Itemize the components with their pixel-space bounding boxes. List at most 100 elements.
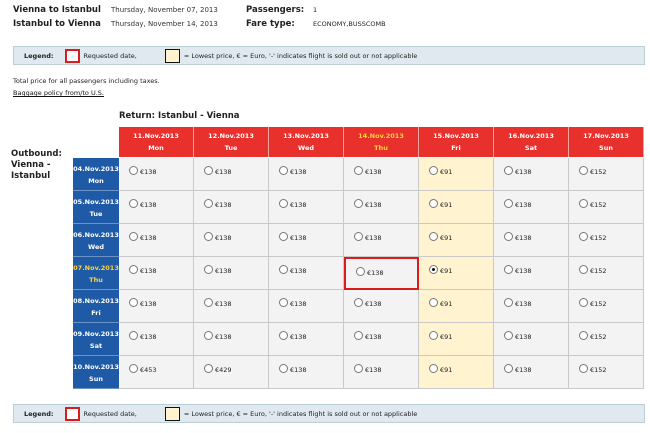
baggage-policy-link[interactable]: Baggage policy from/to U.S.: [13, 89, 160, 97]
fare-cell[interactable]: €152: [569, 290, 644, 323]
fare-cell[interactable]: €152: [569, 191, 644, 224]
fare-radio[interactable]: [279, 364, 288, 373]
fare-cell[interactable]: €138: [269, 323, 344, 356]
fare-radio[interactable]: [504, 199, 513, 208]
fare-cell[interactable]: €138: [344, 224, 419, 257]
fare-cell[interactable]: €138: [494, 323, 569, 356]
fare-cell[interactable]: €91: [419, 224, 494, 257]
fare-cell[interactable]: €138: [194, 257, 269, 290]
fare-radio[interactable]: [579, 265, 588, 274]
fare-radio[interactable]: [129, 265, 138, 274]
fare-price: €138: [515, 267, 532, 275]
fare-cell[interactable]: €138: [119, 191, 194, 224]
fare-radio[interactable]: [504, 298, 513, 307]
fare-cell[interactable]: €138: [494, 191, 569, 224]
fare-radio[interactable]: [429, 199, 438, 208]
fare-cell[interactable]: €138: [269, 191, 344, 224]
fare-radio[interactable]: [504, 265, 513, 274]
fare-cell[interactable]: €138: [344, 290, 419, 323]
fare-cell[interactable]: €138: [269, 224, 344, 257]
fare-cell[interactable]: €91: [419, 158, 494, 191]
fare-radio[interactable]: [504, 364, 513, 373]
fare-radio[interactable]: [279, 331, 288, 340]
fare-radio[interactable]: [579, 232, 588, 241]
fare-radio[interactable]: [354, 364, 363, 373]
fare-cell[interactable]: €152: [569, 224, 644, 257]
fare-radio[interactable]: [354, 298, 363, 307]
fare-radio[interactable]: [579, 166, 588, 175]
fare-cell[interactable]: €138: [494, 290, 569, 323]
fare-radio[interactable]: [129, 298, 138, 307]
fare-cell[interactable]: €138: [194, 224, 269, 257]
fare-cell[interactable]: €138: [269, 257, 344, 290]
fare-cell[interactable]: €138: [194, 290, 269, 323]
fare-radio[interactable]: [354, 232, 363, 241]
fare-cell[interactable]: €91: [419, 356, 494, 389]
fare-cell[interactable]: €138: [269, 290, 344, 323]
fare-radio[interactable]: [129, 166, 138, 175]
fare-radio[interactable]: [504, 331, 513, 340]
fare-cell[interactable]: €91: [419, 191, 494, 224]
fare-radio[interactable]: [204, 199, 213, 208]
fare-radio[interactable]: [354, 166, 363, 175]
fare-radio[interactable]: [429, 265, 438, 274]
fare-cell[interactable]: €429: [194, 356, 269, 389]
fare-cell[interactable]: €138: [269, 158, 344, 191]
fare-radio[interactable]: [204, 331, 213, 340]
fare-radio[interactable]: [204, 364, 213, 373]
fare-radio[interactable]: [579, 298, 588, 307]
fare-radio[interactable]: [204, 166, 213, 175]
fare-cell[interactable]: €138: [344, 191, 419, 224]
fare-cell[interactable]: €138: [344, 356, 419, 389]
fare-cell[interactable]: €138: [344, 158, 419, 191]
fare-cell[interactable]: €91: [419, 323, 494, 356]
fare-cell[interactable]: €138: [194, 158, 269, 191]
fare-cell[interactable]: €138: [494, 158, 569, 191]
fare-radio[interactable]: [354, 331, 363, 340]
fare-radio[interactable]: [279, 298, 288, 307]
fare-radio[interactable]: [579, 331, 588, 340]
fare-radio[interactable]: [279, 232, 288, 241]
fare-radio[interactable]: [204, 265, 213, 274]
fare-cell[interactable]: €138: [344, 257, 419, 290]
fare-radio[interactable]: [279, 199, 288, 208]
fare-cell[interactable]: €138: [119, 158, 194, 191]
fare-radio[interactable]: [429, 364, 438, 373]
fare-radio[interactable]: [504, 166, 513, 175]
fare-cell[interactable]: €138: [194, 323, 269, 356]
fare-radio[interactable]: [129, 199, 138, 208]
fare-cell[interactable]: €138: [194, 191, 269, 224]
fare-cell[interactable]: €138: [119, 224, 194, 257]
fare-radio[interactable]: [579, 199, 588, 208]
fare-cell[interactable]: €91: [419, 290, 494, 323]
fare-radio[interactable]: [129, 364, 138, 373]
fare-radio[interactable]: [504, 232, 513, 241]
fare-cell[interactable]: €138: [344, 323, 419, 356]
fare-cell[interactable]: €152: [569, 257, 644, 290]
fare-cell[interactable]: €91: [419, 257, 494, 290]
fare-radio[interactable]: [279, 166, 288, 175]
fare-radio[interactable]: [429, 331, 438, 340]
fare-cell[interactable]: €152: [569, 323, 644, 356]
fare-radio[interactable]: [204, 298, 213, 307]
fare-cell[interactable]: €453: [119, 356, 194, 389]
fare-cell[interactable]: €138: [494, 356, 569, 389]
fare-cell[interactable]: €138: [119, 257, 194, 290]
fare-cell[interactable]: €138: [269, 356, 344, 389]
fare-radio[interactable]: [129, 331, 138, 340]
fare-radio[interactable]: [354, 199, 363, 208]
fare-radio[interactable]: [129, 232, 138, 241]
fare-cell[interactable]: €138: [119, 290, 194, 323]
fare-radio[interactable]: [356, 267, 365, 276]
fare-radio[interactable]: [429, 298, 438, 307]
fare-cell[interactable]: €152: [569, 356, 644, 389]
fare-cell[interactable]: €138: [494, 224, 569, 257]
fare-cell[interactable]: €138: [494, 257, 569, 290]
fare-radio[interactable]: [579, 364, 588, 373]
fare-radio[interactable]: [429, 166, 438, 175]
fare-cell[interactable]: €138: [119, 323, 194, 356]
fare-radio[interactable]: [429, 232, 438, 241]
fare-cell[interactable]: €152: [569, 158, 644, 191]
fare-radio[interactable]: [279, 265, 288, 274]
fare-radio[interactable]: [204, 232, 213, 241]
